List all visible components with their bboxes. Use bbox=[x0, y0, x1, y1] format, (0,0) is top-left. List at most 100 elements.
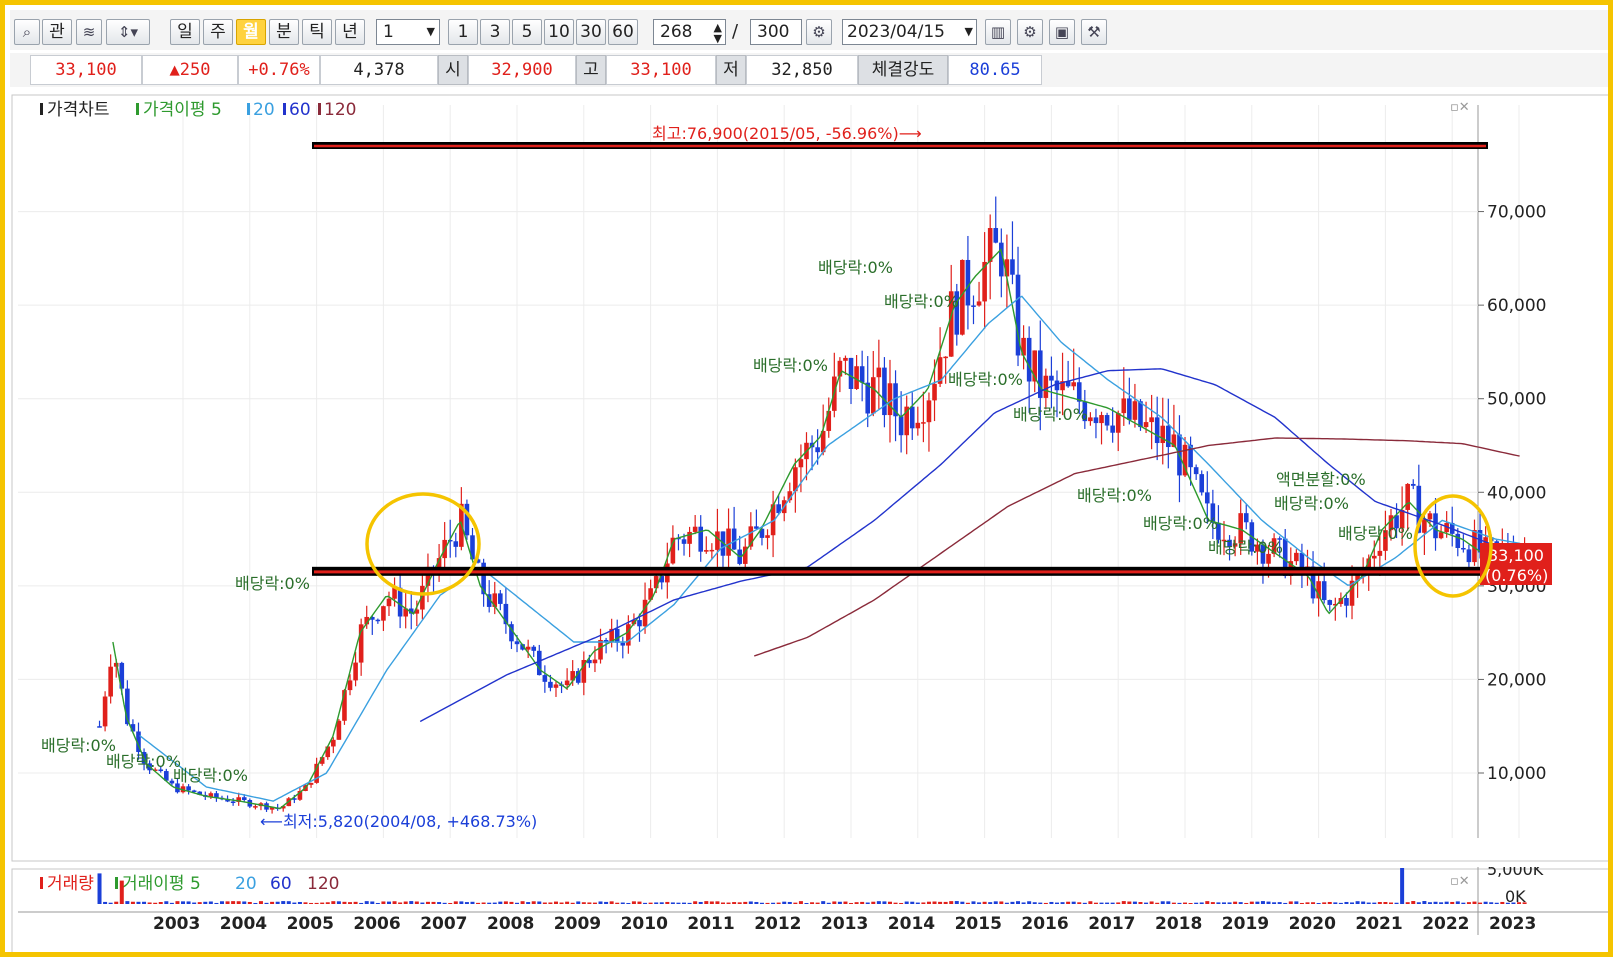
volume-bar bbox=[1505, 902, 1510, 904]
period-minute-button[interactable]: 분 bbox=[269, 19, 299, 45]
candle-body bbox=[965, 259, 971, 306]
volume-bar bbox=[720, 902, 725, 904]
period-month-button[interactable]: 월 bbox=[236, 19, 266, 45]
interval-5-button[interactable]: 5 bbox=[512, 19, 542, 45]
volume-chart[interactable]: 거래량 거래이평 5 20 60 120 ▫✕5,000K0K2003 2004 2005 20… bbox=[10, 860, 1613, 957]
candle-body bbox=[859, 366, 865, 383]
volume-bar bbox=[631, 901, 636, 904]
volume-bar bbox=[353, 901, 358, 904]
volume-legend-ma20: 20 bbox=[235, 874, 257, 894]
period-day-button[interactable]: 일 bbox=[170, 19, 200, 45]
volume-bar bbox=[1461, 902, 1466, 904]
price-chart[interactable]: 10,00020,00030,00040,00050,00060,00070,0… bbox=[10, 93, 1613, 863]
candle-body bbox=[375, 619, 381, 622]
interval-3-button[interactable]: 3 bbox=[480, 19, 510, 45]
volume-bar bbox=[392, 901, 397, 904]
volume-bar bbox=[309, 902, 314, 904]
volume-bar bbox=[208, 901, 213, 904]
high-value: 33,100 bbox=[606, 55, 716, 85]
gear-icon[interactable]: ⚙ bbox=[1017, 19, 1043, 45]
volume-bar bbox=[169, 902, 174, 904]
period-week-button[interactable]: 주 bbox=[203, 19, 233, 45]
interval-1-button[interactable]: 1 bbox=[448, 19, 478, 45]
interval-30-button[interactable]: 30 bbox=[576, 19, 606, 45]
x-tick-label: 2019 bbox=[1222, 914, 1269, 934]
count-input[interactable]: 268 ▲ ▼ bbox=[653, 19, 726, 45]
volume-bar bbox=[798, 901, 803, 904]
volume-bar bbox=[771, 902, 776, 904]
volume-bar bbox=[687, 902, 692, 904]
date-select[interactable]: 2023/04/15 ▼ bbox=[842, 19, 977, 45]
volume-bar bbox=[119, 880, 124, 904]
search-icon[interactable]: ⌕ bbox=[14, 19, 40, 45]
settings-small-icon[interactable]: ⚙ bbox=[806, 19, 832, 45]
price-chart-pane[interactable]: 10,000 20,000 30,000 40,000 50,000 60,000 70,0… bbox=[10, 93, 1613, 863]
candle-body bbox=[1371, 555, 1377, 559]
candle-body bbox=[1422, 519, 1427, 533]
low-value: 32,850 bbox=[746, 55, 858, 85]
candle-body bbox=[614, 628, 620, 643]
chart-frame bbox=[11, 94, 1608, 862]
volume-bar bbox=[754, 901, 759, 904]
volume-bar bbox=[264, 902, 269, 904]
period-year-button[interactable]: 년 bbox=[335, 19, 365, 45]
vol-tick-label: 5,000K bbox=[1487, 867, 1544, 879]
tools-icon[interactable]: ⚒ bbox=[1081, 19, 1107, 45]
tab-watch[interactable]: 관 bbox=[42, 19, 72, 45]
candle-body bbox=[381, 606, 386, 621]
spin-icon[interactable]: ⇕▾ bbox=[106, 19, 150, 45]
candle-body bbox=[870, 377, 876, 414]
volume-bar bbox=[1077, 902, 1082, 904]
volume-bar bbox=[281, 901, 286, 904]
volume-bar bbox=[1221, 902, 1226, 904]
chart-icon[interactable]: ▥ bbox=[985, 19, 1011, 45]
spinner-icon[interactable]: ▲ ▼ bbox=[714, 22, 722, 44]
period-tick-button[interactable]: 틱 bbox=[302, 19, 332, 45]
candle-body bbox=[1344, 597, 1349, 606]
y-tick-label: 70,000 bbox=[1487, 203, 1546, 223]
volume-bar bbox=[765, 902, 770, 904]
x-tick-label: 2009 bbox=[554, 914, 601, 934]
volume-bar bbox=[214, 902, 219, 904]
volume-bar bbox=[999, 901, 1004, 904]
candle-body bbox=[715, 531, 720, 550]
volume-bar bbox=[704, 901, 709, 904]
candle-body bbox=[1076, 382, 1082, 402]
interval-60-button[interactable]: 60 bbox=[608, 19, 638, 45]
candle-body bbox=[464, 503, 470, 536]
volume-bar bbox=[1093, 902, 1098, 904]
candle-body bbox=[620, 642, 626, 646]
x-tick-label: 2021 bbox=[1355, 914, 1402, 934]
volume-bar bbox=[887, 901, 892, 904]
x-tick-label: 2020 bbox=[1289, 914, 1336, 934]
candle-body bbox=[709, 549, 715, 552]
volume-bar bbox=[509, 901, 514, 904]
count-total-input[interactable]: 300 bbox=[750, 19, 802, 45]
candle-body bbox=[692, 526, 698, 532]
volume-bar bbox=[782, 901, 787, 904]
save-icon[interactable]: ▣ bbox=[1049, 19, 1075, 45]
volume-bar bbox=[759, 902, 764, 904]
candle-body bbox=[598, 639, 603, 660]
volume-bar bbox=[1355, 901, 1360, 904]
candle-body bbox=[1321, 581, 1327, 601]
volume-chart-pane[interactable]: 거래량 거래이평 5 20 60 120 ▫✕ 5,000K 0K 2003 2004 2005 20… bbox=[10, 860, 1613, 957]
stack-icon[interactable]: ≋ bbox=[76, 19, 102, 45]
interval-10-button[interactable]: 10 bbox=[544, 19, 574, 45]
period-select[interactable]: 1 ▼ bbox=[376, 19, 440, 45]
candle-body bbox=[525, 646, 531, 650]
volume-bar bbox=[1027, 901, 1032, 904]
legend-marker bbox=[247, 103, 250, 115]
volume-bar bbox=[192, 902, 197, 904]
volume-bar bbox=[1233, 901, 1238, 904]
volume-bar bbox=[1160, 901, 1165, 904]
volume-bar bbox=[1422, 901, 1427, 904]
toolbar: ⌕ 관 ≋ ⇕▾ 일 주 월 분 틱 년 1 ▼ 1 3 5 10 30 60 2… bbox=[10, 10, 1608, 50]
volume-bar bbox=[253, 902, 258, 904]
volume-bar bbox=[325, 902, 330, 904]
dividend-label: 배당락:0% bbox=[1077, 486, 1152, 505]
volume-bar bbox=[1171, 902, 1176, 904]
volume-bar bbox=[1377, 902, 1382, 904]
volume-bar bbox=[993, 901, 998, 904]
candle-body bbox=[1243, 513, 1249, 523]
